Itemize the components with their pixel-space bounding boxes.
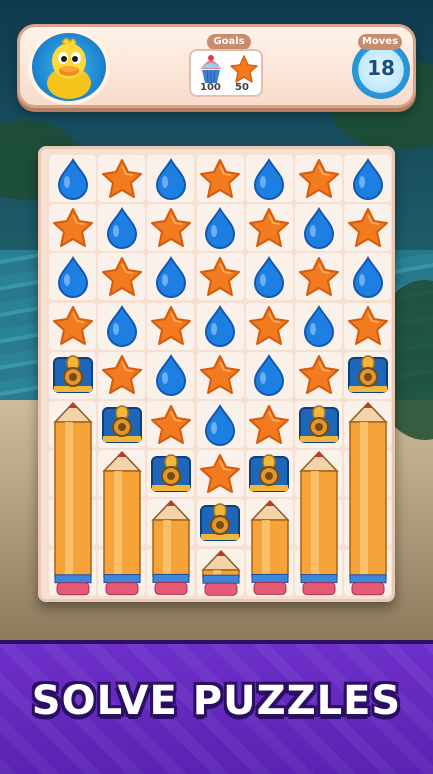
locked-box-icon[interactable]	[196, 498, 245, 547]
moves-value: 18	[367, 56, 395, 80]
star-candy-icon[interactable]	[343, 302, 392, 351]
locked-box-icon[interactable]	[146, 449, 195, 498]
star-candy-icon[interactable]	[48, 203, 97, 252]
pencil-icon[interactable]	[101, 451, 143, 597]
star-candy-icon[interactable]	[196, 449, 245, 498]
water-drop-icon[interactable]	[146, 252, 195, 301]
level-header: Goals 100 50 Moves 18	[17, 24, 416, 108]
banner-title: SOLVE PUZZLES	[31, 678, 402, 724]
water-drop-icon[interactable]	[294, 302, 343, 351]
pencil-icon[interactable]	[298, 451, 340, 597]
duck-icon	[47, 38, 91, 99]
star-candy-icon[interactable]	[196, 154, 245, 203]
goals-panel: 100 50	[189, 49, 263, 97]
cupcake-goal-count: 100	[200, 82, 221, 93]
water-drop-icon[interactable]	[245, 252, 294, 301]
star-icon	[230, 55, 258, 83]
cupcake-icon	[201, 55, 221, 84]
star-candy-icon[interactable]	[245, 203, 294, 252]
pencil-icon[interactable]	[150, 500, 192, 596]
star-candy-icon[interactable]	[294, 351, 343, 400]
water-drop-icon[interactable]	[343, 154, 392, 203]
water-drop-icon[interactable]	[146, 351, 195, 400]
star-candy-icon[interactable]	[97, 351, 146, 400]
star-candy-icon[interactable]	[146, 203, 195, 252]
water-drop-icon[interactable]	[196, 400, 245, 449]
water-drop-icon[interactable]	[245, 154, 294, 203]
pencil-icon[interactable]	[52, 402, 94, 597]
duck-avatar[interactable]	[28, 29, 110, 105]
star-candy-icon[interactable]	[196, 351, 245, 400]
moves-label: Moves	[358, 34, 402, 50]
locked-box-icon[interactable]	[48, 351, 97, 400]
star-candy-icon[interactable]	[294, 154, 343, 203]
locked-box-icon[interactable]	[294, 400, 343, 449]
water-drop-icon[interactable]	[343, 252, 392, 301]
star-candy-icon[interactable]	[245, 302, 294, 351]
water-drop-icon[interactable]	[146, 154, 195, 203]
star-candy-icon[interactable]	[245, 400, 294, 449]
water-drop-icon[interactable]	[97, 302, 146, 351]
goals-label: Goals	[207, 34, 251, 50]
star-goal-count: 50	[235, 82, 249, 93]
water-drop-icon[interactable]	[196, 203, 245, 252]
pencil-icon[interactable]	[249, 500, 291, 596]
star-candy-icon[interactable]	[343, 203, 392, 252]
promo-banner: SOLVE PUZZLES	[0, 640, 433, 774]
pencil-icon[interactable]	[200, 549, 242, 597]
water-drop-icon[interactable]	[196, 302, 245, 351]
star-candy-icon[interactable]	[97, 252, 146, 301]
locked-box-icon[interactable]	[343, 351, 392, 400]
locked-box-icon[interactable]	[97, 400, 146, 449]
star-candy-icon[interactable]	[146, 400, 195, 449]
star-candy-icon[interactable]	[196, 252, 245, 301]
game-board[interactable]	[38, 146, 395, 602]
water-drop-icon[interactable]	[48, 252, 97, 301]
star-candy-icon[interactable]	[97, 154, 146, 203]
water-drop-icon[interactable]	[245, 351, 294, 400]
water-drop-icon[interactable]	[48, 154, 97, 203]
water-drop-icon[interactable]	[97, 203, 146, 252]
pencil-icon[interactable]	[347, 402, 389, 597]
star-candy-icon[interactable]	[48, 302, 97, 351]
star-candy-icon[interactable]	[146, 302, 195, 351]
locked-box-icon[interactable]	[245, 449, 294, 498]
water-drop-icon[interactable]	[294, 203, 343, 252]
star-candy-icon[interactable]	[294, 252, 343, 301]
